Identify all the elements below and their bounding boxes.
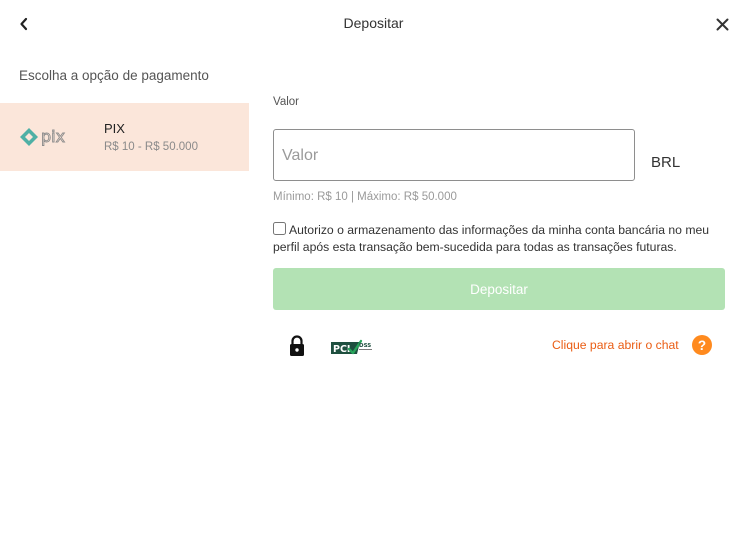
save-account-consent-text: Autorizo o armazenamento das informações… — [273, 223, 710, 254]
payment-options-label: Escolha a opção de pagamento — [19, 68, 209, 83]
payment-method-name: PIX — [104, 121, 125, 136]
help-icon[interactable]: ? — [692, 335, 712, 355]
amount-field[interactable] — [273, 129, 635, 181]
amount-limits: Mínimo: R$ 10 | Máximo: R$ 50.000 — [273, 191, 457, 203]
lock-icon — [290, 335, 304, 356]
payment-method-range: R$ 10 - R$ 50.000 — [104, 141, 198, 153]
svg-text:DSS: DSS — [359, 343, 371, 349]
amount-label: Valor — [273, 96, 299, 108]
pci-dss-logo: PCI DSS — [331, 339, 372, 355]
open-chat-link[interactable]: Clique para abrir o chat — [552, 338, 679, 352]
modal-header: Depositar — [0, 0, 747, 48]
pix-logo: pix — [20, 127, 66, 146]
deposit-button[interactable]: Depositar — [273, 268, 725, 310]
amount-input[interactable] — [282, 144, 622, 168]
close-button[interactable] — [711, 13, 733, 35]
currency-label: BRL — [651, 154, 681, 171]
close-icon — [716, 18, 728, 30]
modal-title: Depositar — [343, 15, 404, 31]
svg-text:pix: pix — [41, 127, 65, 146]
svg-text:PCI: PCI — [333, 344, 350, 355]
